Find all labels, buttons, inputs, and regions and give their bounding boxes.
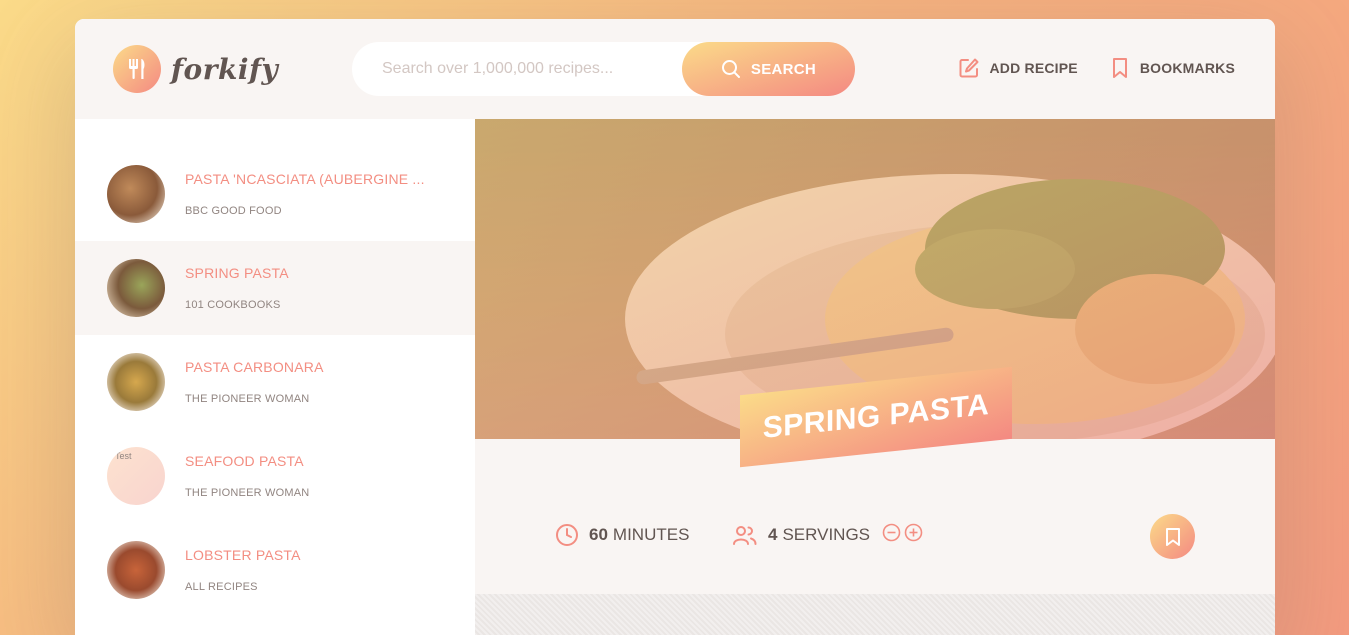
result-publisher: BBC GOOD FOOD	[185, 205, 282, 217]
result-title: SPRING PASTA	[185, 265, 289, 281]
result-title: PASTA CARBONARA	[185, 359, 324, 375]
servings-stepper	[882, 523, 926, 547]
bookmark-icon	[1165, 527, 1180, 546]
result-thumbnail	[107, 541, 165, 599]
edit-icon	[959, 58, 978, 78]
add-recipe-button[interactable]: ADD RECIPE	[958, 57, 1078, 79]
result-publisher: THE PIONEER WOMAN	[185, 393, 310, 405]
search-icon	[721, 60, 740, 78]
fork-knife-icon	[113, 45, 161, 93]
logo[interactable]: forkify	[113, 45, 278, 93]
result-item[interactable]: LOBSTER PASTA ALL RECIPES	[75, 523, 475, 617]
result-item[interactable]: PASTA CARBONARA THE PIONEER WOMAN	[75, 335, 475, 429]
result-item[interactable]: SPRING PASTA 101 COOKBOOKS	[75, 241, 475, 335]
result-item[interactable]: PASTA 'NCASCIATA (AUBERGINE ... BBC GOOD…	[75, 147, 475, 241]
bookmarks-label: BOOKMARKS	[1139, 60, 1235, 76]
minus-circle-icon	[882, 523, 901, 542]
increase-servings-button[interactable]	[904, 523, 923, 547]
result-title: PASTA 'NCASCIATA (AUBERGINE ...	[185, 171, 425, 187]
result-title: SEAFOOD PASTA	[185, 453, 304, 469]
result-publisher: ALL RECIPES	[185, 581, 258, 593]
servings-label: SERVINGS	[782, 525, 871, 544]
result-item[interactable]: Test SEAFOOD PASTA THE PIONEER WOMAN	[75, 429, 475, 523]
recipe-view: SPRING PASTA 60 MINUTES 4 SERVINGS	[475, 119, 1275, 635]
search-button-label: SEARCH	[750, 60, 817, 78]
plus-circle-icon	[904, 523, 923, 542]
bookmark-recipe-button[interactable]	[1150, 514, 1195, 559]
search-form: SEARCH	[352, 42, 855, 96]
bookmark-icon	[1112, 58, 1127, 78]
app-container: forkify SEARCH ADD RECIPE	[75, 19, 1275, 635]
recipe-servings: 4 SERVINGS	[732, 523, 926, 547]
clock-icon	[556, 524, 578, 546]
nav: ADD RECIPE BOOKMARKS	[926, 57, 1236, 79]
app-name: forkify	[171, 52, 279, 86]
add-recipe-label: ADD RECIPE	[989, 60, 1078, 76]
users-icon	[733, 526, 757, 545]
search-results: PASTA 'NCASCIATA (AUBERGINE ... BBC GOOD…	[75, 119, 475, 635]
result-publisher: 101 COOKBOOKS	[185, 299, 281, 311]
result-publisher: THE PIONEER WOMAN	[185, 487, 310, 499]
recipe-minutes: 60 MINUTES	[555, 523, 689, 547]
search-input[interactable]	[382, 60, 712, 78]
servings-value: 4	[768, 525, 778, 544]
recipe-title-text: SPRING PASTA	[762, 388, 990, 445]
broken-image-alt: Test	[115, 451, 132, 461]
decrease-servings-button[interactable]	[882, 523, 901, 547]
result-title: LOBSTER PASTA	[185, 547, 301, 563]
minutes-label: MINUTES	[612, 525, 690, 544]
search-button[interactable]: SEARCH	[682, 42, 855, 96]
result-thumbnail	[107, 353, 165, 411]
header: forkify SEARCH ADD RECIPE	[75, 19, 1275, 119]
result-thumbnail	[107, 165, 165, 223]
result-thumbnail-broken: Test	[107, 447, 165, 505]
ingredients-section	[475, 594, 1275, 635]
minutes-value: 60	[589, 525, 608, 544]
bookmarks-button[interactable]: BOOKMARKS	[1110, 57, 1235, 79]
result-thumbnail	[107, 259, 165, 317]
